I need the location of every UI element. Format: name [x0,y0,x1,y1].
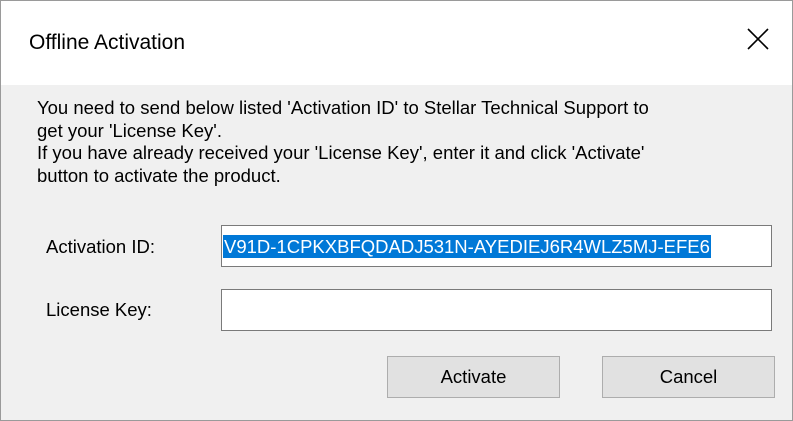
cancel-button[interactable]: Cancel [602,356,775,398]
license-key-label: License Key: [46,299,152,320]
close-button[interactable] [726,9,792,69]
title-bar: Offline Activation [1,1,792,85]
license-key-field-container [221,289,772,331]
activation-id-label: Activation ID: [46,236,155,257]
activation-id-value[interactable]: V91D-1CPKXBFQDADJ531N-AYEDIEJ6R4WLZ5MJ-E… [223,235,711,258]
message-line: If you have already received your 'Licen… [37,142,645,163]
activate-button[interactable]: Activate [387,356,560,398]
instruction-message: You need to send below listed 'Activatio… [37,97,777,187]
license-key-input[interactable] [222,290,771,330]
message-line: You need to send below listed 'Activatio… [37,97,649,118]
message-line: button to activate the product. [37,164,281,186]
close-icon [747,28,769,50]
activation-id-field[interactable]: V91D-1CPKXBFQDADJ531N-AYEDIEJ6R4WLZ5MJ-E… [221,225,772,267]
message-line: get your 'License Key'. [37,119,222,141]
offline-activation-dialog: Offline Activation You need to send belo… [0,0,793,421]
window-title: Offline Activation [29,31,186,54]
